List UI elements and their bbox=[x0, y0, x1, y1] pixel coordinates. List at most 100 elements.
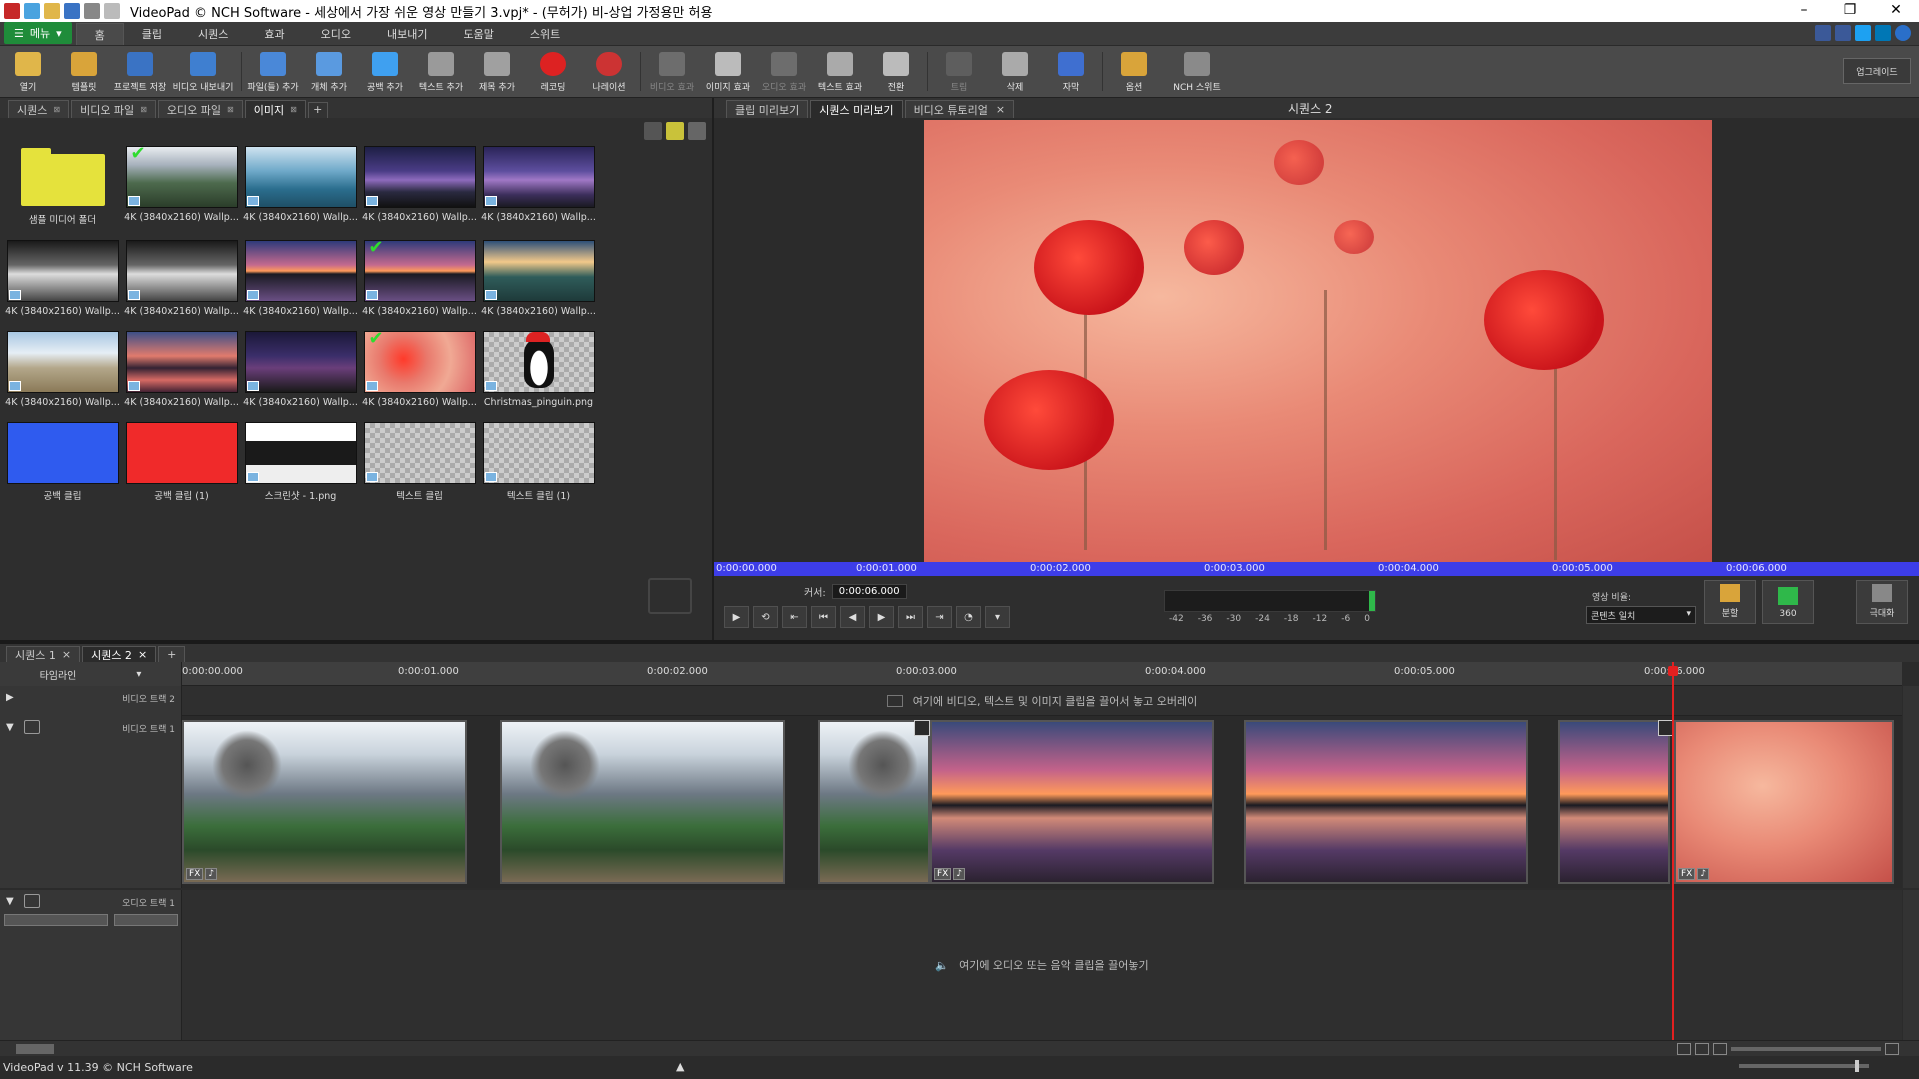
restore-button[interactable]: ❐ bbox=[1827, 0, 1873, 22]
add-text-button[interactable]: 텍스트 추가 bbox=[413, 46, 469, 97]
save-icon[interactable] bbox=[64, 3, 80, 19]
audio-drop-zone[interactable]: 🔈 여기에 오디오 또는 음악 클립을 끌어놓기 bbox=[182, 890, 1902, 1040]
zoom-out-icon[interactable] bbox=[1713, 1043, 1727, 1055]
bin-item[interactable]: 공백 클립 bbox=[3, 422, 122, 502]
tab-bin-images[interactable]: 이미지 ⊠ bbox=[244, 100, 306, 118]
list-view-icon[interactable] bbox=[688, 122, 706, 140]
timeline-clip[interactable] bbox=[818, 720, 930, 884]
split-button[interactable]: 분할 bbox=[1704, 580, 1756, 624]
timeline-clip[interactable]: FX ♪ bbox=[930, 720, 1214, 884]
narration-button[interactable]: 나레이션 bbox=[581, 46, 637, 97]
close-icon[interactable]: ⊠ bbox=[140, 105, 147, 114]
add-object-button[interactable]: 개체 추가 bbox=[301, 46, 357, 97]
step-back-icon[interactable]: ◀ bbox=[840, 606, 865, 628]
timeline-clip[interactable] bbox=[500, 720, 785, 884]
fit-icon[interactable] bbox=[1677, 1043, 1691, 1055]
close-icon[interactable]: × bbox=[62, 648, 71, 661]
overlay-drop-zone[interactable]: 여기에 비디오, 텍스트 및 이미지 클립을 끌어서 놓고 오버레이 bbox=[182, 686, 1902, 716]
record-button[interactable]: 레코딩 bbox=[525, 46, 581, 97]
bin-item[interactable]: 4K (3840x2160) Wallp... bbox=[241, 146, 360, 226]
previous-clip-icon[interactable]: ⏮ bbox=[811, 606, 836, 628]
loop-icon[interactable]: ⟲ bbox=[753, 606, 778, 628]
tab-effects[interactable]: 효과 bbox=[246, 23, 302, 45]
fx-button[interactable]: FX bbox=[186, 868, 204, 880]
speed-icon[interactable]: ◔ bbox=[956, 606, 981, 628]
collapse-icon[interactable]: ▼ bbox=[6, 722, 14, 733]
video-track-scrollbar[interactable] bbox=[1903, 686, 1919, 888]
timeline-ruler[interactable]: 0:00:00.000 0:00:01.000 0:00:02.000 0:00… bbox=[182, 662, 1902, 686]
bin-item[interactable]: 4K (3840x2160) Wallp... bbox=[241, 331, 360, 408]
export-video-button[interactable]: 비디오 내보내기 bbox=[168, 46, 238, 97]
audio-icon[interactable]: ♪ bbox=[205, 868, 218, 880]
timeline-mode-select[interactable]: 타임라인 ▾ bbox=[0, 662, 182, 686]
transition-marker[interactable] bbox=[914, 720, 930, 736]
timeline-scrollbar[interactable] bbox=[0, 1040, 1919, 1056]
close-icon[interactable]: × bbox=[138, 648, 147, 661]
nch-suite-button[interactable]: NCH 스위트 bbox=[1162, 46, 1232, 97]
bin-item[interactable]: ✔ 4K (3840x2160) Wallp... bbox=[122, 145, 241, 226]
close-icon[interactable]: ⊠ bbox=[227, 105, 234, 114]
bin-item[interactable]: 텍스트 클립 (1) bbox=[479, 422, 598, 502]
add-bin-button[interactable]: + bbox=[307, 102, 328, 118]
fx-button[interactable]: FX bbox=[934, 868, 952, 880]
bin-item[interactable]: 4K (3840x2160) Wallp... bbox=[3, 331, 122, 408]
close-icon[interactable]: × bbox=[996, 103, 1005, 116]
tab-bin-video[interactable]: 비디오 파일 ⊠ bbox=[71, 100, 156, 118]
upgrade-button[interactable]: 업그레이드 bbox=[1843, 58, 1911, 84]
speaker-icon[interactable] bbox=[24, 894, 40, 908]
fullscreen-button[interactable]: 극대화 bbox=[1856, 580, 1908, 624]
bin-item[interactable]: 4K (3840x2160) Wallp... bbox=[122, 331, 241, 408]
video-effects-button[interactable]: 비디오 효과 bbox=[644, 46, 700, 97]
help-icon[interactable] bbox=[1895, 25, 1911, 41]
open-button[interactable]: 열기 bbox=[0, 46, 56, 97]
bin-item[interactable]: 4K (3840x2160) Wallp... bbox=[479, 146, 598, 226]
tab-suite[interactable]: 스위트 bbox=[512, 23, 578, 45]
bin-item[interactable]: 4K (3840x2160) Wallp... bbox=[479, 240, 598, 317]
open-icon[interactable] bbox=[44, 3, 60, 19]
audio-effects-button[interactable]: 오디오 효과 bbox=[756, 46, 812, 97]
bin-item[interactable]: 4K (3840x2160) Wallp... bbox=[241, 240, 360, 317]
add-title-button[interactable]: 제목 추가 bbox=[469, 46, 525, 97]
new-project-icon[interactable] bbox=[24, 3, 40, 19]
expand-arrow-icon[interactable]: ▲ bbox=[676, 1060, 684, 1073]
image-effects-button[interactable]: 이미지 효과 bbox=[700, 46, 756, 97]
like-icon[interactable] bbox=[1815, 25, 1831, 41]
add-files-button[interactable]: 파일(들) 추가 bbox=[245, 46, 301, 97]
add-sequence-button[interactable]: + bbox=[158, 646, 186, 662]
delete-button[interactable]: 삭제 bbox=[987, 46, 1043, 97]
timeline-clip[interactable] bbox=[1558, 720, 1670, 884]
main-menu-button[interactable]: ☰ 메뉴 ▾ bbox=[4, 22, 72, 44]
redo-icon[interactable] bbox=[104, 3, 120, 19]
preview-timebar[interactable]: 0:00:00.000 0:00:01.000 0:00:02.000 0:00… bbox=[714, 562, 1919, 576]
tab-export[interactable]: 내보내기 bbox=[369, 23, 445, 45]
close-icon[interactable]: ⊠ bbox=[53, 105, 60, 114]
zoom-in-icon[interactable] bbox=[1695, 1043, 1709, 1055]
tab-video-tutorial[interactable]: 비디오 튜토리얼 × bbox=[904, 100, 1015, 118]
pan-slider[interactable] bbox=[114, 914, 178, 926]
tab-sequence[interactable]: 시퀀스 bbox=[180, 23, 246, 45]
track-visibility-icon[interactable] bbox=[24, 720, 40, 734]
text-effects-button[interactable]: 텍스트 효과 bbox=[812, 46, 868, 97]
audio-track-scrollbar[interactable] bbox=[1903, 890, 1919, 1040]
bin-item[interactable]: Christmas_pinguin.png bbox=[479, 331, 598, 408]
tab-sequence-1[interactable]: 시퀀스 1 × bbox=[6, 646, 81, 662]
next-clip-icon[interactable]: ⏭ bbox=[898, 606, 923, 628]
bin-item[interactable]: 샘플 미디어 폴더 bbox=[3, 146, 122, 226]
close-button[interactable]: ✕ bbox=[1873, 0, 1919, 22]
bin-item[interactable]: 텍스트 클립 bbox=[360, 422, 479, 502]
tab-sequence-2[interactable]: 시퀀스 2 × bbox=[82, 646, 157, 662]
scroll-thumb[interactable] bbox=[16, 1044, 54, 1054]
volume-slider[interactable] bbox=[4, 914, 108, 926]
options-button[interactable]: 옵션 bbox=[1106, 46, 1162, 97]
audio-icon[interactable]: ♪ bbox=[953, 868, 966, 880]
bin-item[interactable]: 공백 클립 (1) bbox=[122, 422, 241, 502]
zoom-slider[interactable] bbox=[1731, 1047, 1881, 1051]
volume-handle[interactable] bbox=[1855, 1060, 1859, 1072]
tab-clip-preview[interactable]: 클립 미리보기 bbox=[726, 100, 809, 118]
template-button[interactable]: 템플릿 bbox=[56, 46, 112, 97]
fx-button[interactable]: FX bbox=[1678, 868, 1696, 880]
master-volume-slider[interactable] bbox=[1739, 1060, 1869, 1072]
close-icon[interactable]: ⊠ bbox=[290, 105, 297, 114]
go-end-icon[interactable]: ⇥ bbox=[927, 606, 952, 628]
add-blank-button[interactable]: 공백 추가 bbox=[357, 46, 413, 97]
